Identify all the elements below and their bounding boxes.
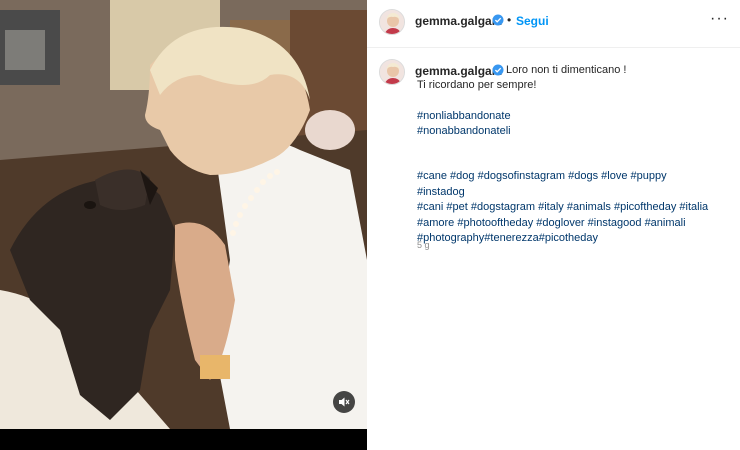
verified-badge-icon [492,64,504,76]
avatar-image [380,10,404,34]
post-side-panel: gemma.galgani • Segui ··· gemma.galgani … [367,0,740,450]
hashtag-link[interactable]: #dogsofinstagram [478,170,565,182]
more-options-icon[interactable]: ··· [710,10,729,28]
video-still [0,0,367,429]
hashtag-link[interactable]: #dog [450,170,474,182]
post-timestamp[interactable]: 5 g [417,240,430,250]
mute-button[interactable] [333,391,355,413]
hashtag-list: #cane #dog #dogsofinstagram #dogs #love … [417,169,717,247]
caption-text-line2: Ti ricordano per sempre! [417,79,537,91]
post-header: gemma.galgani • Segui ··· [367,0,740,48]
avatar[interactable] [379,9,405,35]
hashtag-link[interactable]: #animali [645,217,686,229]
caption-text-line1: Loro non ti dimenticano ! [506,64,627,76]
hashtag-link[interactable]: #photography#tenerezza#picotheday [417,232,598,244]
post-media[interactable] [0,0,367,450]
hashtag-link[interactable]: #cani [417,201,443,213]
follow-button[interactable]: Segui [516,14,549,28]
hashtag-link[interactable]: #nonliabbandonate [417,110,511,122]
header-separator: • [507,13,512,27]
header-username[interactable]: gemma.galgani [415,14,502,28]
hashtag-link[interactable]: #nonabbandonateli [417,125,511,137]
hashtag-link[interactable]: #instadog [417,186,465,198]
hashtag-link[interactable]: #italia [679,201,708,213]
hashtag-link[interactable]: #instagood [588,217,642,229]
caption-avatar[interactable] [379,59,405,85]
video-bottom-bar [0,429,367,450]
hashtag-link[interactable]: #love [601,170,627,182]
hashtag-row: #amore #photooftheday #doglover #instago… [417,216,717,232]
hashtag-link[interactable]: #puppy [631,170,667,182]
hashtag-link[interactable]: #doglover [536,217,584,229]
hashtag-link[interactable]: #pet [446,201,467,213]
verified-badge-icon [492,14,504,26]
hashtag-link[interactable]: #photooftheday [457,217,533,229]
hashtag-link[interactable]: #amore [417,217,454,229]
caption-username[interactable]: gemma.galgani [415,64,502,78]
hashtag-row: #cane #dog #dogsofinstagram #dogs #love … [417,169,717,200]
avatar-image [380,60,404,84]
hashtag-row: #photography#tenerezza#picotheday [417,231,717,247]
hashtag-link[interactable]: #dogstagram [471,201,535,213]
post-video-frame[interactable] [0,0,367,429]
hashtag-link[interactable]: #italy [538,201,564,213]
hashtag-link[interactable]: #dogs [568,170,598,182]
hashtag-link[interactable]: #cane [417,170,447,182]
hashtag-link[interactable]: #picoftheday [614,201,676,213]
hashtag-link[interactable]: #animals [567,201,611,213]
hashtag-row: #cani #pet #dogstagram #italy #animals #… [417,200,717,216]
muted-speaker-icon [339,397,350,407]
